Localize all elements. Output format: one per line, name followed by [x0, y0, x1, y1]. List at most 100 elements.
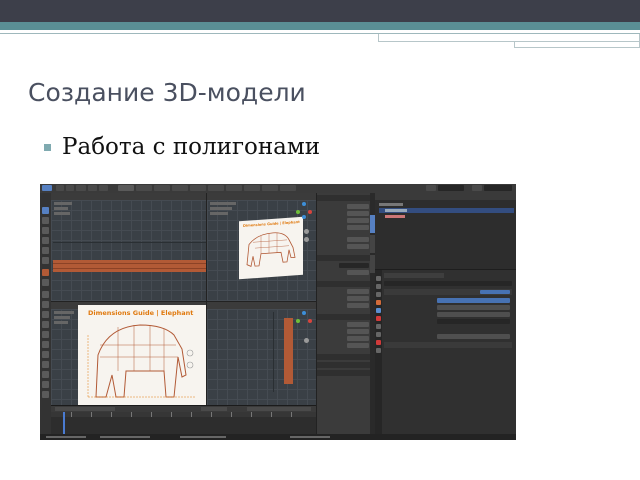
- inset-tool-icon[interactable]: [42, 301, 49, 308]
- scale-tool-icon[interactable]: [42, 247, 49, 254]
- viewport-top-right[interactable]: Dimensions Guide | Elephant: [206, 193, 317, 301]
- outliner-row[interactable]: [379, 214, 514, 219]
- panel-header[interactable]: [317, 255, 371, 261]
- material-properties-icon[interactable]: [376, 316, 381, 321]
- mesh-strip[interactable]: [53, 260, 206, 272]
- workspace-tab-sculpting[interactable]: [154, 185, 170, 191]
- loop-cut-tool-icon[interactable]: [42, 321, 49, 328]
- scene-selector[interactable]: [438, 185, 464, 191]
- constraint-properties-icon[interactable]: [376, 340, 381, 345]
- select-tool-icon[interactable]: [42, 207, 49, 214]
- view-layer-icon[interactable]: [472, 185, 482, 191]
- prop-row[interactable]: [319, 218, 369, 223]
- object-properties-icon[interactable]: [376, 300, 381, 305]
- bevel-tool-icon[interactable]: [42, 311, 49, 318]
- output-properties-icon[interactable]: [376, 292, 381, 297]
- pan-button[interactable]: [304, 237, 309, 242]
- panel-header[interactable]: [317, 354, 371, 360]
- data-properties-icon[interactable]: [376, 348, 381, 353]
- physics-properties-icon[interactable]: [376, 332, 381, 337]
- prop-row[interactable]: [319, 336, 369, 341]
- poly-build-tool-icon[interactable]: [42, 341, 49, 348]
- panel-header[interactable]: [317, 281, 371, 287]
- smooth-tool-icon[interactable]: [42, 361, 49, 368]
- knife-tool-icon[interactable]: [42, 331, 49, 338]
- menu-help[interactable]: [99, 185, 108, 191]
- viewport-top-left[interactable]: [51, 193, 206, 301]
- modifier-properties-icon[interactable]: [376, 308, 381, 313]
- extrude-tool-icon[interactable]: [42, 291, 49, 298]
- menu-file[interactable]: [56, 185, 64, 191]
- frame-range-fields[interactable]: [247, 407, 311, 411]
- scene-icon[interactable]: [426, 185, 436, 191]
- prop-row[interactable]: [319, 322, 369, 327]
- navigation-gizmo[interactable]: [295, 311, 313, 329]
- modifier-row[interactable]: [437, 305, 510, 310]
- prop-row[interactable]: [319, 270, 369, 275]
- workspace-tab-scripting[interactable]: [280, 185, 296, 191]
- prop-row[interactable]: [319, 303, 369, 308]
- merge-distance-field[interactable]: [437, 334, 510, 339]
- transform-tool-icon[interactable]: [42, 257, 49, 264]
- zoom-button[interactable]: [304, 338, 309, 343]
- reference-image-perspective[interactable]: Dimensions Guide | Elephant: [239, 216, 303, 280]
- spin-tool-icon[interactable]: [42, 351, 49, 358]
- modifier-axis-row[interactable]: [437, 298, 510, 303]
- shrink-fatten-tool-icon[interactable]: [42, 381, 49, 388]
- timeline-ruler[interactable]: [51, 412, 316, 417]
- edge-slide-tool-icon[interactable]: [42, 371, 49, 378]
- timeline-menus[interactable]: [55, 407, 115, 411]
- prop-row[interactable]: [319, 343, 369, 348]
- particle-properties-icon[interactable]: [376, 324, 381, 329]
- zoom-button[interactable]: [304, 229, 309, 234]
- workspace-tab-layout[interactable]: [118, 185, 134, 191]
- viewport-bottom-right[interactable]: [206, 301, 317, 406]
- prop-row[interactable]: [319, 211, 369, 216]
- move-tool-icon[interactable]: [42, 227, 49, 234]
- menu-window[interactable]: [88, 185, 97, 191]
- workspace-tab-rendering[interactable]: [244, 185, 260, 191]
- modifier-subpanel-header[interactable]: [384, 342, 512, 348]
- prop-row[interactable]: [319, 204, 369, 209]
- slide-header-tab: [378, 34, 640, 42]
- workspace-tab-texture[interactable]: [190, 185, 206, 191]
- menu-edit[interactable]: [66, 185, 74, 191]
- prop-row[interactable]: [319, 289, 369, 294]
- prop-row[interactable]: [319, 225, 369, 230]
- prop-row[interactable]: [319, 329, 369, 334]
- reference-image-side[interactable]: Dimensions Guide | Elephant: [78, 305, 206, 406]
- measure-tool-icon[interactable]: [42, 279, 49, 286]
- rotate-tool-icon[interactable]: [42, 237, 49, 244]
- panel-header[interactable]: [317, 370, 371, 376]
- menu-render[interactable]: [76, 185, 86, 191]
- cursor-tool-icon[interactable]: [42, 217, 49, 224]
- annotate-tool-icon[interactable]: [42, 269, 49, 276]
- mirror-object-field[interactable]: [437, 319, 510, 324]
- workspace-tab-compositing[interactable]: [262, 185, 278, 191]
- prop-row[interactable]: [319, 263, 369, 268]
- tool-properties-icon[interactable]: [376, 276, 381, 281]
- panel-header[interactable]: [317, 195, 371, 201]
- outliner-row-selected[interactable]: [379, 208, 514, 213]
- shear-tool-icon[interactable]: [42, 391, 49, 398]
- prop-row[interactable]: [319, 244, 369, 249]
- modifier-row[interactable]: [437, 312, 510, 317]
- viewport-bottom-left[interactable]: Dimensions Guide | Elephant: [51, 301, 206, 406]
- prop-row[interactable]: [319, 296, 369, 301]
- workspace-tab-shading[interactable]: [208, 185, 224, 191]
- outliner-row[interactable]: [379, 202, 514, 207]
- panel-header[interactable]: [317, 362, 371, 368]
- workspace-tab-animation[interactable]: [226, 185, 242, 191]
- render-properties-icon[interactable]: [376, 284, 381, 289]
- workspace-tab-uv[interactable]: [172, 185, 188, 191]
- playback-controls[interactable]: [201, 407, 227, 411]
- mesh-strip-vertical[interactable]: [284, 318, 293, 384]
- object-name-field[interactable]: [384, 281, 512, 286]
- modifier-toggle-buttons[interactable]: [480, 290, 510, 294]
- navigation-gizmo[interactable]: [295, 202, 313, 220]
- modifier-checkbox-row[interactable]: [437, 327, 510, 332]
- view-layer-selector[interactable]: [484, 185, 512, 191]
- workspace-tab-modeling[interactable]: [136, 185, 152, 191]
- prop-row[interactable]: [319, 237, 369, 242]
- panel-header[interactable]: [317, 314, 371, 320]
